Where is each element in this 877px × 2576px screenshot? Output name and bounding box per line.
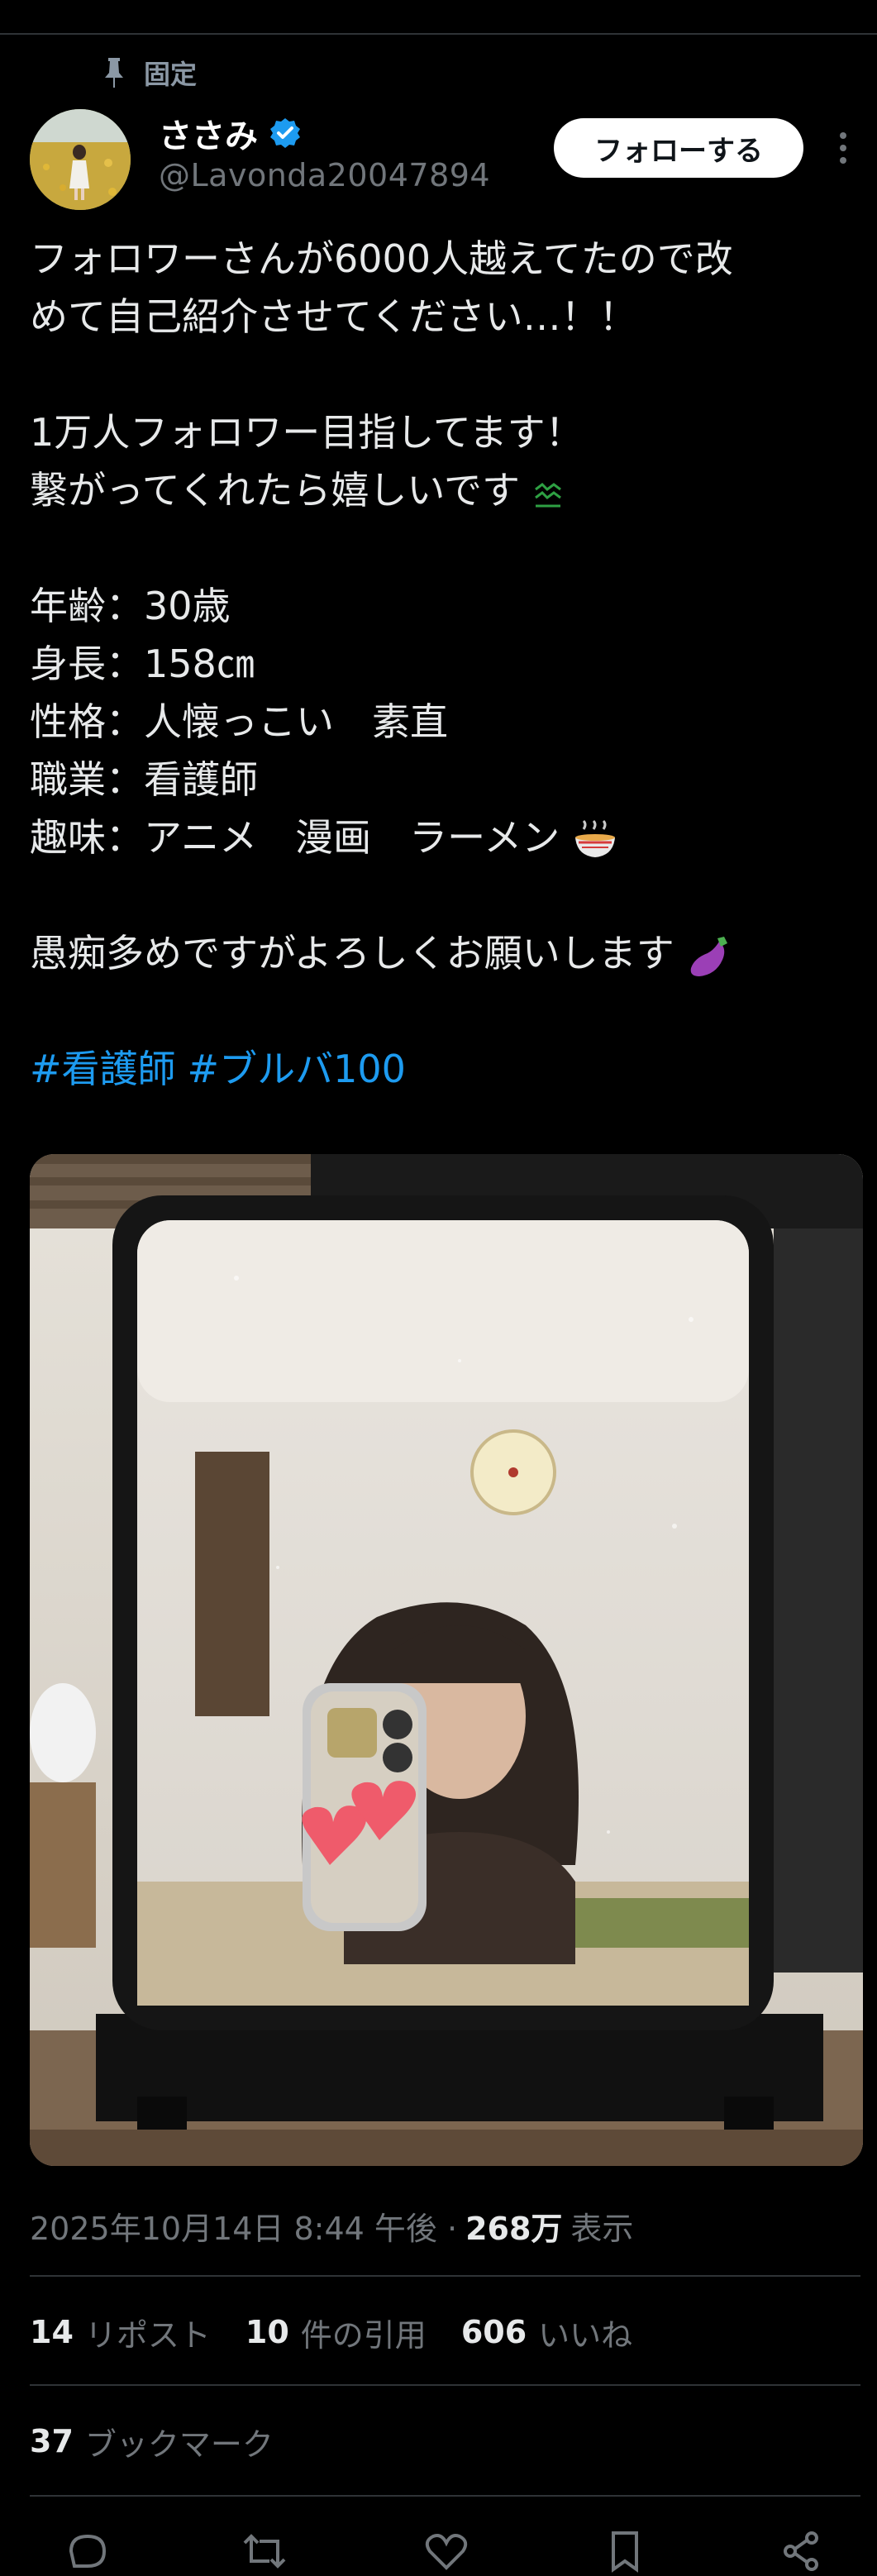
tweet-line-text: 趣味：アニメ 漫画 ラーメン [30, 815, 560, 860]
tweet-line-text: 愚痴多めですがよろしくお願いします [30, 931, 674, 976]
tweet-line-text: 繋がってくれたら嬉しいです [30, 468, 520, 513]
pin-icon [105, 58, 123, 88]
author-name-row[interactable]: ささみ [159, 109, 301, 157]
tweet-photo[interactable] [30, 1154, 863, 2166]
quotes-count: 10 [245, 2314, 289, 2350]
tweet-line-with-emoji: 趣味：アニメ 漫画 ラーメン [30, 809, 848, 866]
tweet-line: 1万人フォロワー目指してます！ [30, 410, 584, 455]
hashtag-link[interactable]: #看護師 [30, 1047, 176, 1091]
heart-icon[interactable] [422, 2526, 471, 2576]
tweet-line-with-emoji: 繋がってくれたら嬉しいです [30, 461, 848, 519]
avatar[interactable] [30, 109, 131, 210]
divider [30, 2384, 860, 2386]
follow-button[interactable]: フォローする [554, 118, 803, 178]
tweet-line: 身長：158㎝ [30, 642, 255, 686]
tweet-line: めて自己紹介させてください…！！ [30, 294, 637, 339]
repost-icon[interactable] [240, 2526, 289, 2576]
tweet-line: 年齢：30歳 [30, 584, 231, 628]
reply-icon[interactable] [63, 2526, 112, 2576]
bookmarks-label: ブックマーク [84, 2426, 274, 2463]
bookmarks-count: 37 [30, 2423, 74, 2459]
likes-label: いいね [538, 2316, 633, 2354]
divider [30, 2275, 860, 2277]
tweet-line-with-emoji: 愚痴多めですがよろしくお願いします [30, 924, 848, 982]
action-bar [0, 2526, 877, 2573]
engagement-stats: 14 リポスト 10 件の引用 606 いいね [30, 2306, 667, 2358]
likes-stat[interactable]: 606 いいね [461, 2310, 632, 2355]
eggplant-emoji [691, 936, 728, 976]
author-handle[interactable]: @Lavonda20047894 [159, 157, 490, 193]
share-icon[interactable] [777, 2526, 827, 2576]
tweet-text: フォロワーさんが6000人越えてたので改 めて自己紹介させてください…！！ 1万… [30, 230, 848, 1098]
more-vertical-icon[interactable] [833, 129, 853, 167]
bookmark-icon[interactable] [600, 2526, 650, 2576]
verified-badge-icon [270, 118, 300, 148]
divider [30, 2495, 860, 2497]
view-count: 268万 [465, 2210, 563, 2247]
likes-count: 606 [460, 2314, 527, 2350]
top-divider [0, 33, 877, 35]
author-name[interactable]: ささみ [159, 109, 258, 157]
pinned-label: 固定 [144, 59, 198, 90]
reposts-stat[interactable]: 14 リポスト [30, 2310, 211, 2355]
reposts-label: リポスト [84, 2316, 211, 2354]
view-label: 表示 [570, 2210, 634, 2247]
pinned-indicator: 固定 [101, 51, 197, 94]
tweet-datetime[interactable]: 2025年10月14日 8:44 午後 · [30, 2203, 457, 2249]
bookmarks-stat[interactable]: 37 ブックマーク [30, 2416, 274, 2467]
zzz-green-emoji [534, 482, 561, 507]
quotes-stat[interactable]: 10 件の引用 [245, 2310, 427, 2355]
hashtags: #看護師 #ブルバ100 [30, 1040, 848, 1098]
tweet-line: 性格：人懐っこい 素直 [30, 699, 448, 744]
hashtag-link[interactable]: #ブルバ100 [188, 1047, 406, 1091]
quotes-label: 件の引用 [300, 2316, 427, 2354]
ramen-emoji [574, 819, 615, 857]
reposts-count: 14 [30, 2314, 74, 2350]
tweet-line: フォロワーさんが6000人越えてたので改 [30, 236, 733, 281]
tweet-line: 職業：看護師 [30, 757, 258, 802]
tweet-meta: 2025年10月14日 8:44 午後 · 268万 表示 [30, 2196, 633, 2255]
